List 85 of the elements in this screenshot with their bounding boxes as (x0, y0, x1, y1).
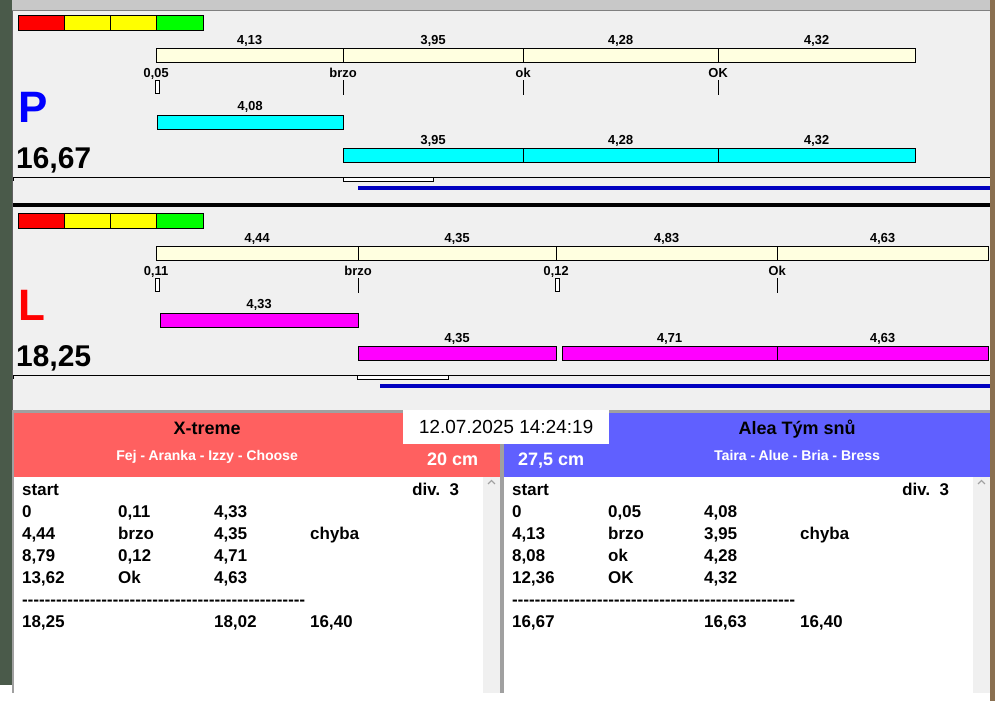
division-label: div. 3 (412, 479, 459, 501)
run-time: 4,63 (868, 329, 896, 347)
lane-score: 18,25 (16, 342, 92, 372)
split-label: brzo (343, 262, 373, 280)
split-label: 0,12 (542, 262, 570, 280)
caret-up-icon[interactable] (977, 479, 986, 485)
split-label: 0,11 (142, 262, 170, 280)
segment-time: 4,44 (243, 229, 271, 247)
split-tick (777, 278, 778, 293)
segment-time: 4,32 (802, 31, 830, 49)
list-cell-text: 18,02 (214, 611, 258, 633)
list-cell-text: 8,08 (512, 545, 546, 567)
list-cell-text: chyba (310, 523, 360, 545)
team-members: Taira - Alue - Bria - Bress (713, 446, 881, 465)
list-cell-text: 4,08 (704, 501, 738, 523)
separator-line: -------------------------------------------------- (22, 589, 306, 611)
split-tick (358, 278, 359, 293)
run-time: 4,71 (656, 329, 684, 347)
list-cell-text: 0,05 (608, 501, 642, 523)
scrollbar[interactable] (973, 477, 990, 693)
list-cell-text: 16,63 (704, 611, 748, 633)
list-cell-text: 4,63 (214, 567, 248, 589)
run-time: 4,32 (802, 131, 830, 149)
split-tick (523, 80, 524, 95)
boat-height: 20 cm (426, 448, 478, 471)
run-time: 3,95 (419, 131, 447, 149)
list-heading: start (22, 479, 59, 501)
list-cell-text: ok (608, 545, 629, 567)
team-members: Fej - Aranka - Izzy - Choose (115, 446, 299, 465)
lane-letter: L (18, 284, 45, 328)
segment-time: 4,35 (443, 229, 471, 247)
split-tick (718, 80, 719, 95)
reaction-marker (555, 278, 560, 292)
run-time: 4,33 (245, 295, 273, 313)
list-cell-text: 16,40 (800, 611, 844, 633)
reaction-marker (155, 278, 160, 292)
list-cell-text: 13,62 (22, 567, 66, 589)
split-label: brzo (328, 64, 358, 82)
list-cell-text: 4,35 (214, 523, 248, 545)
run-time: 4,35 (443, 329, 471, 347)
scrollbar[interactable] (483, 477, 500, 693)
lane-score: 16,67 (16, 144, 92, 174)
run-time: 4,28 (606, 131, 634, 149)
list-cell-text: 16,40 (310, 611, 354, 633)
list-cell-text: 0,12 (118, 545, 152, 567)
list-cell-text: 4,13 (512, 523, 546, 545)
list-cell-text: 18,25 (22, 611, 66, 633)
separator-line: -------------------------------------------------- (512, 589, 796, 611)
split-label: ok (514, 64, 532, 82)
team-name: Alea Tým snů (737, 417, 857, 440)
run-time: 4,08 (236, 97, 264, 115)
split-tick (343, 80, 344, 95)
list-cell-text: brzo (118, 523, 155, 545)
list-cell-text: OK (608, 567, 634, 589)
split-label: Ok (767, 262, 787, 280)
reaction-marker (155, 80, 160, 94)
split-label: 0,05 (142, 64, 170, 82)
team-name: X-treme (172, 417, 242, 440)
list-cell-text: 0 (22, 501, 32, 523)
boat-height: 27,5 cm (518, 448, 584, 471)
list-cell-text: 8,79 (22, 545, 56, 567)
split-label: OK (707, 64, 729, 82)
list-cell-text: 16,67 (512, 611, 556, 633)
division-label: div. 3 (902, 479, 949, 501)
list-cell-text: brzo (608, 523, 645, 545)
list-cell-text: 3,95 (704, 523, 738, 545)
segment-time: 4,28 (606, 31, 634, 49)
timestamp: 12.07.2025 14:24:19 (403, 410, 609, 444)
list-heading: start (512, 479, 549, 501)
list-cell-text: 4,71 (214, 545, 248, 567)
list-cell-text: 12,36 (512, 567, 556, 589)
list-cell-text: 4,32 (704, 567, 738, 589)
segment-time: 4,63 (868, 229, 896, 247)
segment-time: 4,83 (652, 229, 680, 247)
list-cell-text: Ok (118, 567, 142, 589)
segment-time: 4,13 (236, 31, 264, 49)
list-cell-text: 4,44 (22, 523, 56, 545)
segment-time: 3,95 (419, 31, 447, 49)
list-cell-text: 0,11 (118, 501, 152, 523)
caret-up-icon[interactable] (487, 479, 496, 485)
list-cell-text: 0 (512, 501, 522, 523)
list-cell-text: 4,28 (704, 545, 738, 567)
list-cell-text: 4,33 (214, 501, 248, 523)
list-cell-text: chyba (800, 523, 850, 545)
lane-letter: P (18, 86, 48, 130)
